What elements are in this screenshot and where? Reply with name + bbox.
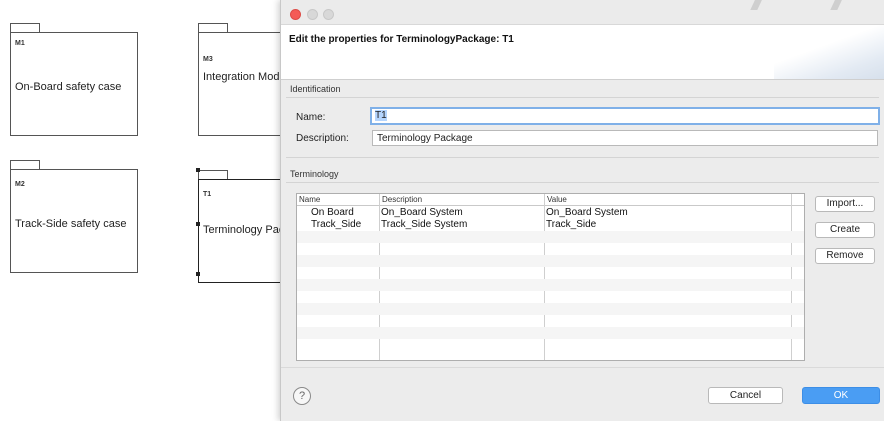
- close-window-button[interactable]: [290, 9, 301, 20]
- empty-row: [297, 291, 804, 303]
- group-divider: [286, 182, 879, 183]
- name-label: Name:: [296, 112, 326, 123]
- empty-row: [297, 303, 804, 315]
- selection-handle[interactable]: [196, 168, 200, 172]
- package-id: M3: [203, 56, 213, 63]
- package-name: Integration Mod: [203, 71, 280, 83]
- empty-row: [297, 327, 804, 339]
- package-id: M2: [15, 181, 25, 188]
- package-body: M2 Track-Side safety case: [10, 169, 138, 273]
- package-name: On-Board safety case: [15, 81, 122, 93]
- cell-value: On_Board System: [546, 207, 628, 218]
- maximize-window-button[interactable]: [323, 9, 334, 20]
- description-label: Description:: [296, 133, 349, 144]
- package-id: T1: [203, 191, 212, 198]
- empty-row: [297, 339, 804, 351]
- help-icon[interactable]: ?: [293, 387, 311, 405]
- column-header-value[interactable]: Value: [547, 195, 567, 204]
- dialog-titlebar[interactable]: [281, 0, 884, 24]
- cell-name: On Board: [311, 207, 354, 218]
- package-name: Terminology Pac: [203, 224, 285, 236]
- cancel-button[interactable]: Cancel: [708, 387, 783, 404]
- ok-button[interactable]: OK: [802, 387, 880, 404]
- name-field[interactable]: T1: [370, 107, 880, 125]
- selection-handle[interactable]: [196, 222, 200, 226]
- cell-description: On_Board System: [381, 207, 463, 218]
- table-header: Name Description Value: [297, 194, 804, 206]
- empty-row: [297, 231, 804, 243]
- package-name: Track-Side safety case: [15, 218, 127, 230]
- table-row[interactable]: Track_Side Track_Side System Track_Side: [297, 219, 804, 231]
- cell-description: Track_Side System: [381, 219, 468, 230]
- empty-row: [297, 255, 804, 267]
- minimize-window-button[interactable]: [307, 9, 318, 20]
- import-button[interactable]: Import...: [815, 196, 875, 212]
- terminology-table[interactable]: Name Description Value On Board On_Board…: [296, 193, 805, 361]
- column-header-name[interactable]: Name: [299, 195, 320, 204]
- group-divider: [286, 157, 879, 158]
- empty-row: [297, 267, 804, 279]
- name-field-value: T1: [375, 110, 387, 121]
- create-button[interactable]: Create: [815, 222, 875, 238]
- dialog-header: Edit the properties for TerminologyPacka…: [281, 24, 884, 80]
- column-header-description[interactable]: Description: [382, 195, 422, 204]
- dialog-heading: Edit the properties for TerminologyPacka…: [289, 34, 514, 45]
- footer-divider: [281, 367, 884, 368]
- package-id: M1: [15, 40, 25, 47]
- group-divider: [286, 97, 879, 98]
- header-decoration: [774, 25, 884, 79]
- titlebar-decoration: [694, 0, 884, 12]
- table-row[interactable]: On Board On_Board System On_Board System: [297, 207, 804, 219]
- empty-row: [297, 279, 804, 291]
- terminology-group-title: Terminology: [290, 169, 339, 179]
- empty-row: [297, 315, 804, 327]
- cell-value: Track_Side: [546, 219, 597, 230]
- cell-name: Track_Side: [311, 219, 362, 230]
- empty-row: [297, 243, 804, 255]
- description-field[interactable]: Terminology Package: [372, 130, 878, 146]
- identification-group-title: Identification: [290, 84, 341, 94]
- package-body: M1 On-Board safety case: [10, 32, 138, 136]
- selection-handle[interactable]: [196, 272, 200, 276]
- properties-dialog: Edit the properties for TerminologyPacka…: [280, 0, 884, 421]
- remove-button[interactable]: Remove: [815, 248, 875, 264]
